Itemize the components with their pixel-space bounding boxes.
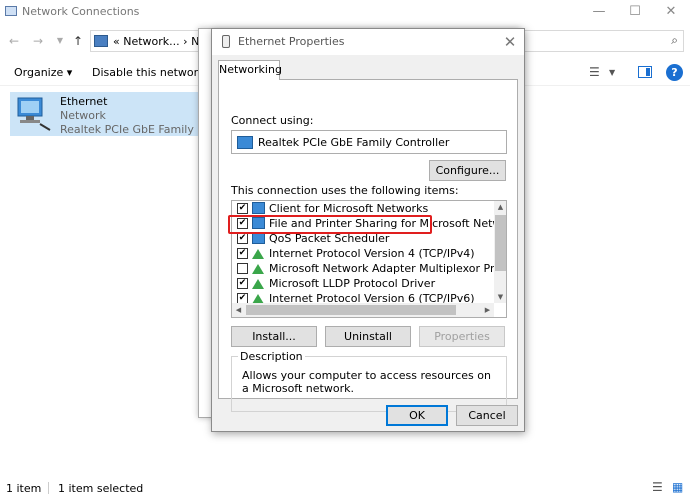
selected-count: 1 item selected <box>58 482 144 495</box>
forward-arrow-icon[interactable]: → <box>30 33 46 49</box>
configure-button[interactable]: Configure... <box>429 160 506 181</box>
help-icon[interactable]: ? <box>666 64 683 81</box>
minimize-icon[interactable]: — <box>584 2 614 22</box>
large-icons-view-icon[interactable]: ▦ <box>672 480 683 494</box>
install-button[interactable]: Install... <box>231 326 317 347</box>
up-arrow-icon[interactable]: ↑ <box>70 33 86 49</box>
horizontal-scrollbar[interactable]: ◀ ▶ <box>232 303 494 317</box>
ethernet-properties-icon <box>222 35 230 48</box>
networking-panel: Connect using: Realtek PCIe GbE Family C… <box>218 79 518 412</box>
scroll-left-icon[interactable]: ◀ <box>232 303 245 317</box>
status-divider <box>48 482 49 494</box>
item-checkbox[interactable]: ✔ <box>237 233 248 244</box>
breadcrumb-network[interactable]: Network... <box>123 35 179 48</box>
list-item[interactable]: ✔ Microsoft LLDP Protocol Driver <box>232 276 494 291</box>
properties-button[interactable]: Properties <box>419 326 505 347</box>
search-input[interactable]: ⌕ <box>520 30 684 52</box>
recent-locations-icon[interactable]: ▼ <box>52 33 68 49</box>
explorer-window-title: Network Connections <box>22 5 140 18</box>
protocol-icon <box>252 249 264 259</box>
adapter-network: Network <box>60 109 106 122</box>
close-window-icon[interactable]: ✕ <box>656 2 686 22</box>
back-arrow-icon[interactable]: ← <box>6 33 22 49</box>
ethernet-adapter-item[interactable]: Ethernet Network Realtek PCIe GbE Family… <box>10 92 247 136</box>
preview-pane-icon[interactable] <box>638 66 652 78</box>
description-text: Allows your computer to access resources… <box>242 369 491 395</box>
item-count: 1 item <box>6 482 42 495</box>
maximize-icon[interactable]: ☐ <box>620 2 650 22</box>
adapter-field: Realtek PCIe GbE Family Controller <box>231 130 507 154</box>
item-checkbox[interactable] <box>237 263 248 274</box>
explorer-titlebar: Network Connections — ☐ ✕ <box>0 0 690 24</box>
dialog-titlebar: Ethernet Properties ✕ <box>212 29 524 55</box>
item-checkbox[interactable]: ✔ <box>237 203 248 214</box>
item-label: Client for Microsoft Networks <box>269 202 429 215</box>
item-label: Microsoft LLDP Protocol Driver <box>269 277 436 290</box>
tab-networking[interactable]: Networking <box>218 60 282 80</box>
list-item[interactable]: Microsoft Network Adapter Multiplexor Pr… <box>232 261 506 276</box>
items-label: This connection uses the following items… <box>231 184 459 197</box>
description-legend: Description <box>238 350 305 363</box>
item-checkbox[interactable]: ✔ <box>237 248 248 259</box>
adapter-field-text: Realtek PCIe GbE Family Controller <box>258 136 450 149</box>
scroll-thumb[interactable] <box>495 215 506 271</box>
ok-button[interactable]: OK <box>386 405 448 426</box>
details-view-icon[interactable]: ☰ <box>652 480 663 494</box>
item-label: Internet Protocol Version 4 (TCP/IPv4) <box>269 247 475 260</box>
protocol-icon <box>252 264 264 274</box>
status-bar: 1 item 1 item selected ☰ ▦ <box>0 480 690 496</box>
network-client-icon <box>252 202 265 214</box>
breadcrumb-overflow[interactable]: « <box>113 35 120 48</box>
network-adapter-icon <box>237 136 253 149</box>
scroll-down-icon[interactable]: ▼ <box>494 291 506 303</box>
view-options-chevron-icon[interactable]: ▼ <box>609 68 615 77</box>
list-item[interactable]: ✔ Internet Protocol Version 4 (TCP/IPv4) <box>232 246 494 261</box>
ipv4-highlight-annotation <box>228 215 432 234</box>
ethernet-adapter-icon <box>17 97 51 131</box>
breadcrumb-chevron[interactable]: › <box>183 35 187 48</box>
address-bar[interactable]: « Network... › Netv <box>90 30 217 52</box>
organize-menu[interactable]: Organize ▾ <box>14 66 72 79</box>
dialog-title: Ethernet Properties <box>238 35 345 48</box>
dialog-body: Networking Connect using: Realtek PCIe G… <box>212 55 524 431</box>
description-group: Description Allows your computer to acce… <box>231 350 507 412</box>
cancel-button[interactable]: Cancel <box>456 405 518 426</box>
list-item[interactable]: ✔ Client for Microsoft Networks <box>232 201 494 216</box>
search-icon[interactable]: ⌕ <box>671 33 678 48</box>
dialog-close-icon[interactable]: ✕ <box>500 32 520 52</box>
protocol-icon <box>252 279 264 289</box>
vertical-scrollbar[interactable]: ▲ ▼ <box>494 201 506 303</box>
network-folder-icon <box>5 6 17 16</box>
item-checkbox[interactable]: ✔ <box>237 278 248 289</box>
scroll-up-icon[interactable]: ▲ <box>494 201 506 213</box>
hscroll-thumb[interactable] <box>246 305 456 315</box>
item-label: Microsoft Network Adapter Multiplexor Pr… <box>269 262 507 275</box>
uninstall-button[interactable]: Uninstall <box>325 326 411 347</box>
adapter-name: Ethernet <box>60 95 108 108</box>
connect-using-label: Connect using: <box>231 114 314 127</box>
change-view-icon[interactable]: ☰ <box>589 65 600 79</box>
scroll-right-icon[interactable]: ▶ <box>481 303 494 317</box>
control-panel-icon <box>94 35 108 47</box>
